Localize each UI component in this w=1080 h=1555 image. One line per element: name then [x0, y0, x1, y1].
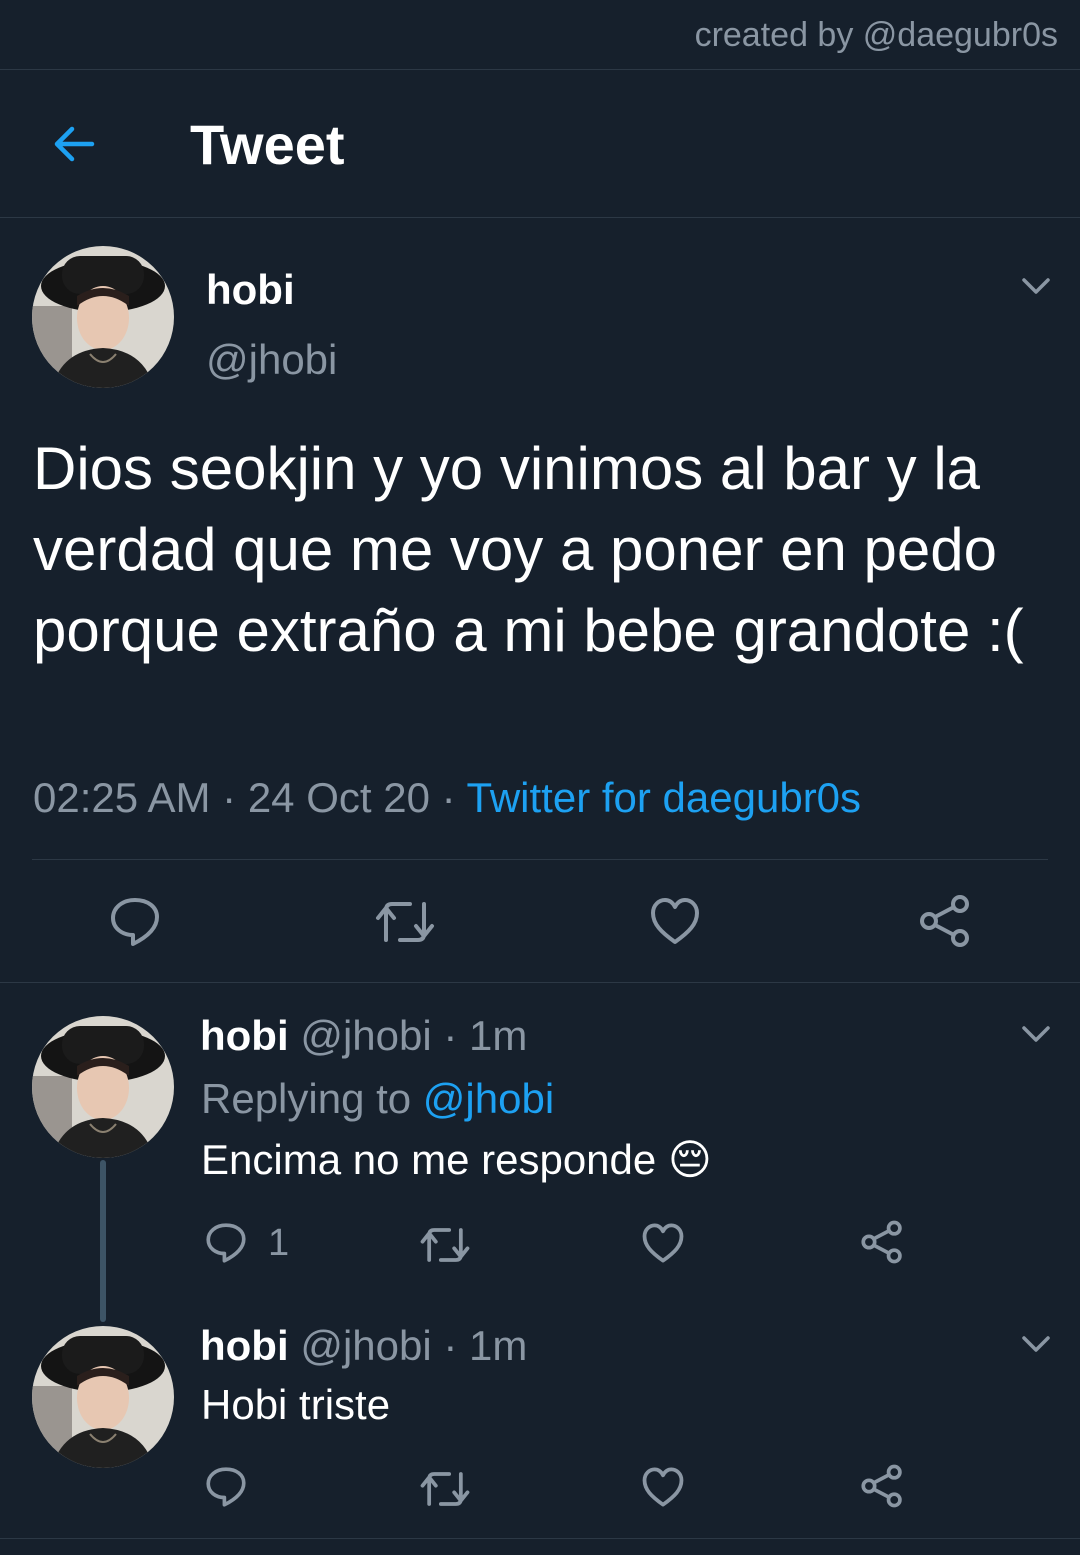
thread-connector	[100, 1160, 106, 1322]
replying-label: Replying to	[201, 1075, 412, 1122]
reply-body: Hobi triste	[201, 1381, 391, 1428]
replying-to: Replying to @jhobi	[201, 1075, 554, 1123]
reply-count: 1	[268, 1222, 290, 1264]
divider	[32, 859, 1048, 860]
reply-time: 1m	[469, 1012, 528, 1059]
reply-author: hobi @jhobi · 1m	[200, 1012, 527, 1060]
author-name[interactable]: hobi	[200, 1322, 289, 1369]
reply-time: 1m	[469, 1322, 528, 1369]
retweet-icon[interactable]	[374, 898, 436, 946]
divider	[0, 1538, 1080, 1539]
tweet-text: Dios seokjin y yo vinimos al bar y la ve…	[33, 435, 1024, 664]
retweet-icon[interactable]	[419, 1469, 471, 1509]
chevron-down-icon[interactable]	[1021, 1024, 1051, 1044]
avatar[interactable]	[32, 1326, 174, 1468]
tweet-meta: 02:25 AM · 24 Oct 20 · Twitter for daegu…	[33, 774, 861, 822]
meta-separator: ·	[222, 774, 237, 821]
divider	[0, 982, 1080, 983]
reply-body: Encima no me responde	[201, 1136, 657, 1183]
replying-to-link[interactable]: @jhobi	[423, 1075, 554, 1122]
author-handle[interactable]: @jhobi	[300, 1322, 431, 1369]
reply-icon[interactable]	[109, 896, 161, 948]
watermark: created by @daegubr0s	[694, 16, 1058, 54]
pensive-face-emoji: 😔	[667, 1136, 712, 1183]
avatar[interactable]	[32, 246, 174, 388]
chevron-down-icon[interactable]	[1021, 276, 1051, 296]
arrow-left-icon[interactable]	[48, 118, 100, 170]
share-icon[interactable]	[860, 1464, 904, 1508]
share-icon[interactable]	[918, 894, 972, 948]
heart-icon[interactable]	[641, 1222, 685, 1264]
author-handle[interactable]: @jhobi	[206, 336, 337, 384]
page-title: Tweet	[190, 113, 345, 176]
meta-separator: ·	[443, 1012, 458, 1059]
retweet-icon[interactable]	[419, 1225, 471, 1265]
reply-icon[interactable]	[205, 1222, 247, 1264]
reply-text: Encima no me responde 😔	[201, 1135, 712, 1184]
share-icon[interactable]	[860, 1220, 904, 1264]
tweet-source-link[interactable]: Twitter for daegubr0s	[467, 774, 862, 821]
meta-separator: ·	[443, 1322, 458, 1369]
author-name[interactable]: hobi	[200, 1012, 289, 1059]
tweet-date: 24 Oct 20	[247, 774, 430, 821]
tweet-time: 02:25 AM	[33, 774, 211, 821]
reply-icon[interactable]	[205, 1466, 247, 1508]
author-name[interactable]: hobi	[206, 266, 295, 314]
chevron-down-icon[interactable]	[1021, 1334, 1051, 1354]
heart-icon[interactable]	[641, 1466, 685, 1508]
avatar[interactable]	[32, 1016, 174, 1158]
heart-icon[interactable]	[649, 896, 701, 946]
app-header: Tweet	[0, 70, 1080, 218]
meta-separator: ·	[441, 774, 456, 821]
reply-author: hobi @jhobi · 1m	[200, 1322, 527, 1370]
author-handle[interactable]: @jhobi	[300, 1012, 431, 1059]
divider	[0, 217, 1080, 218]
